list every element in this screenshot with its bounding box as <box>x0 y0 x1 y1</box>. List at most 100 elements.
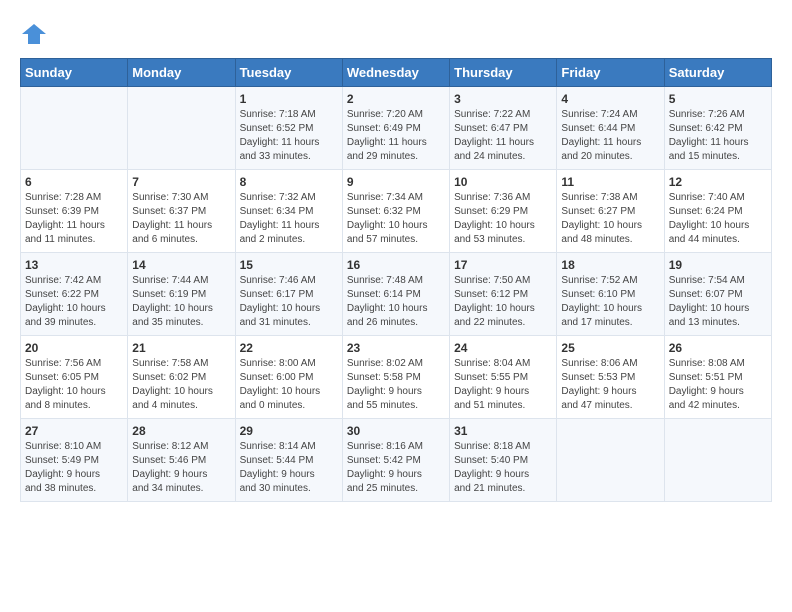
page-header <box>20 20 772 48</box>
calendar-cell: 2 Sunrise: 7:20 AMSunset: 6:49 PMDaylight… <box>342 87 449 170</box>
day-details: Sunrise: 8:00 AMSunset: 6:00 PMDaylight:… <box>240 357 338 413</box>
day-details: Sunrise: 8:16 AMSunset: 5:42 PMDaylight:… <box>347 440 445 496</box>
calendar-cell: 7 Sunrise: 7:30 AMSunset: 6:37 PMDaylight… <box>128 170 235 253</box>
weekday-header: Thursday <box>450 59 557 87</box>
day-details: Sunrise: 8:06 AMSunset: 5:53 PMDaylight:… <box>561 357 659 413</box>
day-details: Sunrise: 7:36 AMSunset: 6:29 PMDaylight:… <box>454 191 552 247</box>
calendar-week-row: 13 Sunrise: 7:42 AMSunset: 6:22 PMDayligh… <box>21 253 772 336</box>
calendar-cell: 24Sunrise: 8:04 AMSunset: 5:55 PMDayligh… <box>450 336 557 419</box>
day-number: 28 <box>132 424 230 438</box>
calendar-cell: 20Sunrise: 7:56 AMSunset: 6:05 PMDayligh… <box>21 336 128 419</box>
weekday-header: Tuesday <box>235 59 342 87</box>
calendar-cell: 26 Sunrise: 8:08 AMSunset: 5:51 PMDayligh… <box>664 336 771 419</box>
day-number: 13 <box>25 258 123 272</box>
calendar-cell: 31Sunrise: 8:18 AMSunset: 5:40 PMDayligh… <box>450 419 557 502</box>
day-number: 26 <box>669 341 767 355</box>
calendar-cell: 15 Sunrise: 7:46 AMSunset: 6:17 PMDayligh… <box>235 253 342 336</box>
day-number: 31 <box>454 424 552 438</box>
day-details: Sunrise: 7:26 AMSunset: 6:42 PMDaylight:… <box>669 108 767 164</box>
calendar-cell: 22 Sunrise: 8:00 AMSunset: 6:00 PMDayligh… <box>235 336 342 419</box>
day-number: 19 <box>669 258 767 272</box>
day-number: 15 <box>240 258 338 272</box>
day-number: 23 <box>347 341 445 355</box>
calendar-cell: 6 Sunrise: 7:28 AMSunset: 6:39 PMDaylight… <box>21 170 128 253</box>
day-number: 30 <box>347 424 445 438</box>
day-number: 27 <box>25 424 123 438</box>
calendar-cell: 5 Sunrise: 7:26 AMSunset: 6:42 PMDaylight… <box>664 87 771 170</box>
calendar-cell: 3 Sunrise: 7:22 AMSunset: 6:47 PMDaylight… <box>450 87 557 170</box>
day-details: Sunrise: 7:24 AMSunset: 6:44 PMDaylight:… <box>561 108 659 164</box>
calendar-cell: 27 Sunrise: 8:10 AMSunset: 5:49 PMDayligh… <box>21 419 128 502</box>
day-details: Sunrise: 7:22 AMSunset: 6:47 PMDaylight:… <box>454 108 552 164</box>
day-details: Sunrise: 7:28 AMSunset: 6:39 PMDaylight:… <box>25 191 123 247</box>
day-details: Sunrise: 8:10 AMSunset: 5:49 PMDaylight:… <box>25 440 123 496</box>
day-number: 3 <box>454 92 552 106</box>
calendar-week-row: 20Sunrise: 7:56 AMSunset: 6:05 PMDayligh… <box>21 336 772 419</box>
weekday-header-row: SundayMondayTuesdayWednesdayThursdayFrid… <box>21 59 772 87</box>
day-number: 9 <box>347 175 445 189</box>
day-number: 25 <box>561 341 659 355</box>
day-details: Sunrise: 8:04 AMSunset: 5:55 PMDaylight:… <box>454 357 552 413</box>
day-number: 8 <box>240 175 338 189</box>
calendar-cell: 13 Sunrise: 7:42 AMSunset: 6:22 PMDayligh… <box>21 253 128 336</box>
calendar-week-row: 27 Sunrise: 8:10 AMSunset: 5:49 PMDayligh… <box>21 419 772 502</box>
calendar-cell: 4 Sunrise: 7:24 AMSunset: 6:44 PMDaylight… <box>557 87 664 170</box>
logo <box>20 20 52 48</box>
day-number: 17 <box>454 258 552 272</box>
day-number: 18 <box>561 258 659 272</box>
day-details: Sunrise: 7:40 AMSunset: 6:24 PMDaylight:… <box>669 191 767 247</box>
calendar-cell: 17 Sunrise: 7:50 AMSunset: 6:12 PMDayligh… <box>450 253 557 336</box>
day-number: 16 <box>347 258 445 272</box>
day-details: Sunrise: 7:34 AMSunset: 6:32 PMDaylight:… <box>347 191 445 247</box>
calendar-cell: 11Sunrise: 7:38 AMSunset: 6:27 PMDayligh… <box>557 170 664 253</box>
calendar-cell: 8 Sunrise: 7:32 AMSunset: 6:34 PMDaylight… <box>235 170 342 253</box>
day-details: Sunrise: 7:20 AMSunset: 6:49 PMDaylight:… <box>347 108 445 164</box>
calendar-cell <box>128 87 235 170</box>
calendar-cell: 10 Sunrise: 7:36 AMSunset: 6:29 PMDayligh… <box>450 170 557 253</box>
day-number: 6 <box>25 175 123 189</box>
calendar-cell: 28 Sunrise: 8:12 AMSunset: 5:46 PMDayligh… <box>128 419 235 502</box>
day-details: Sunrise: 8:12 AMSunset: 5:46 PMDaylight:… <box>132 440 230 496</box>
day-details: Sunrise: 7:50 AMSunset: 6:12 PMDaylight:… <box>454 274 552 330</box>
day-details: Sunrise: 7:52 AMSunset: 6:10 PMDaylight:… <box>561 274 659 330</box>
day-details: Sunrise: 7:30 AMSunset: 6:37 PMDaylight:… <box>132 191 230 247</box>
day-number: 11 <box>561 175 659 189</box>
calendar-cell <box>21 87 128 170</box>
calendar-cell: 25 Sunrise: 8:06 AMSunset: 5:53 PMDayligh… <box>557 336 664 419</box>
day-details: Sunrise: 7:44 AMSunset: 6:19 PMDaylight:… <box>132 274 230 330</box>
day-number: 7 <box>132 175 230 189</box>
day-details: Sunrise: 7:42 AMSunset: 6:22 PMDaylight:… <box>25 274 123 330</box>
calendar-cell: 16 Sunrise: 7:48 AMSunset: 6:14 PMDayligh… <box>342 253 449 336</box>
calendar-cell: 18 Sunrise: 7:52 AMSunset: 6:10 PMDayligh… <box>557 253 664 336</box>
day-number: 20 <box>25 341 123 355</box>
calendar-cell: 9 Sunrise: 7:34 AMSunset: 6:32 PMDaylight… <box>342 170 449 253</box>
calendar-cell: 19Sunrise: 7:54 AMSunset: 6:07 PMDayligh… <box>664 253 771 336</box>
weekday-header: Friday <box>557 59 664 87</box>
day-details: Sunrise: 7:32 AMSunset: 6:34 PMDaylight:… <box>240 191 338 247</box>
day-number: 5 <box>669 92 767 106</box>
calendar-cell: 14Sunrise: 7:44 AMSunset: 6:19 PMDayligh… <box>128 253 235 336</box>
day-number: 10 <box>454 175 552 189</box>
calendar-cell: 29Sunrise: 8:14 AMSunset: 5:44 PMDayligh… <box>235 419 342 502</box>
calendar-table: SundayMondayTuesdayWednesdayThursdayFrid… <box>20 58 772 502</box>
day-details: Sunrise: 7:58 AMSunset: 6:02 PMDaylight:… <box>132 357 230 413</box>
day-details: Sunrise: 7:18 AMSunset: 6:52 PMDaylight:… <box>240 108 338 164</box>
weekday-header: Monday <box>128 59 235 87</box>
day-number: 4 <box>561 92 659 106</box>
calendar-cell: 21 Sunrise: 7:58 AMSunset: 6:02 PMDayligh… <box>128 336 235 419</box>
day-number: 21 <box>132 341 230 355</box>
day-details: Sunrise: 7:46 AMSunset: 6:17 PMDaylight:… <box>240 274 338 330</box>
day-number: 1 <box>240 92 338 106</box>
calendar-week-row: 1 Sunrise: 7:18 AMSunset: 6:52 PMDaylight… <box>21 87 772 170</box>
logo-icon <box>20 20 48 48</box>
day-number: 29 <box>240 424 338 438</box>
day-details: Sunrise: 8:08 AMSunset: 5:51 PMDaylight:… <box>669 357 767 413</box>
calendar-cell <box>664 419 771 502</box>
calendar-cell: 1 Sunrise: 7:18 AMSunset: 6:52 PMDaylight… <box>235 87 342 170</box>
weekday-header: Wednesday <box>342 59 449 87</box>
day-details: Sunrise: 7:48 AMSunset: 6:14 PMDaylight:… <box>347 274 445 330</box>
day-number: 2 <box>347 92 445 106</box>
weekday-header: Saturday <box>664 59 771 87</box>
day-number: 22 <box>240 341 338 355</box>
calendar-cell: 23Sunrise: 8:02 AMSunset: 5:58 PMDayligh… <box>342 336 449 419</box>
